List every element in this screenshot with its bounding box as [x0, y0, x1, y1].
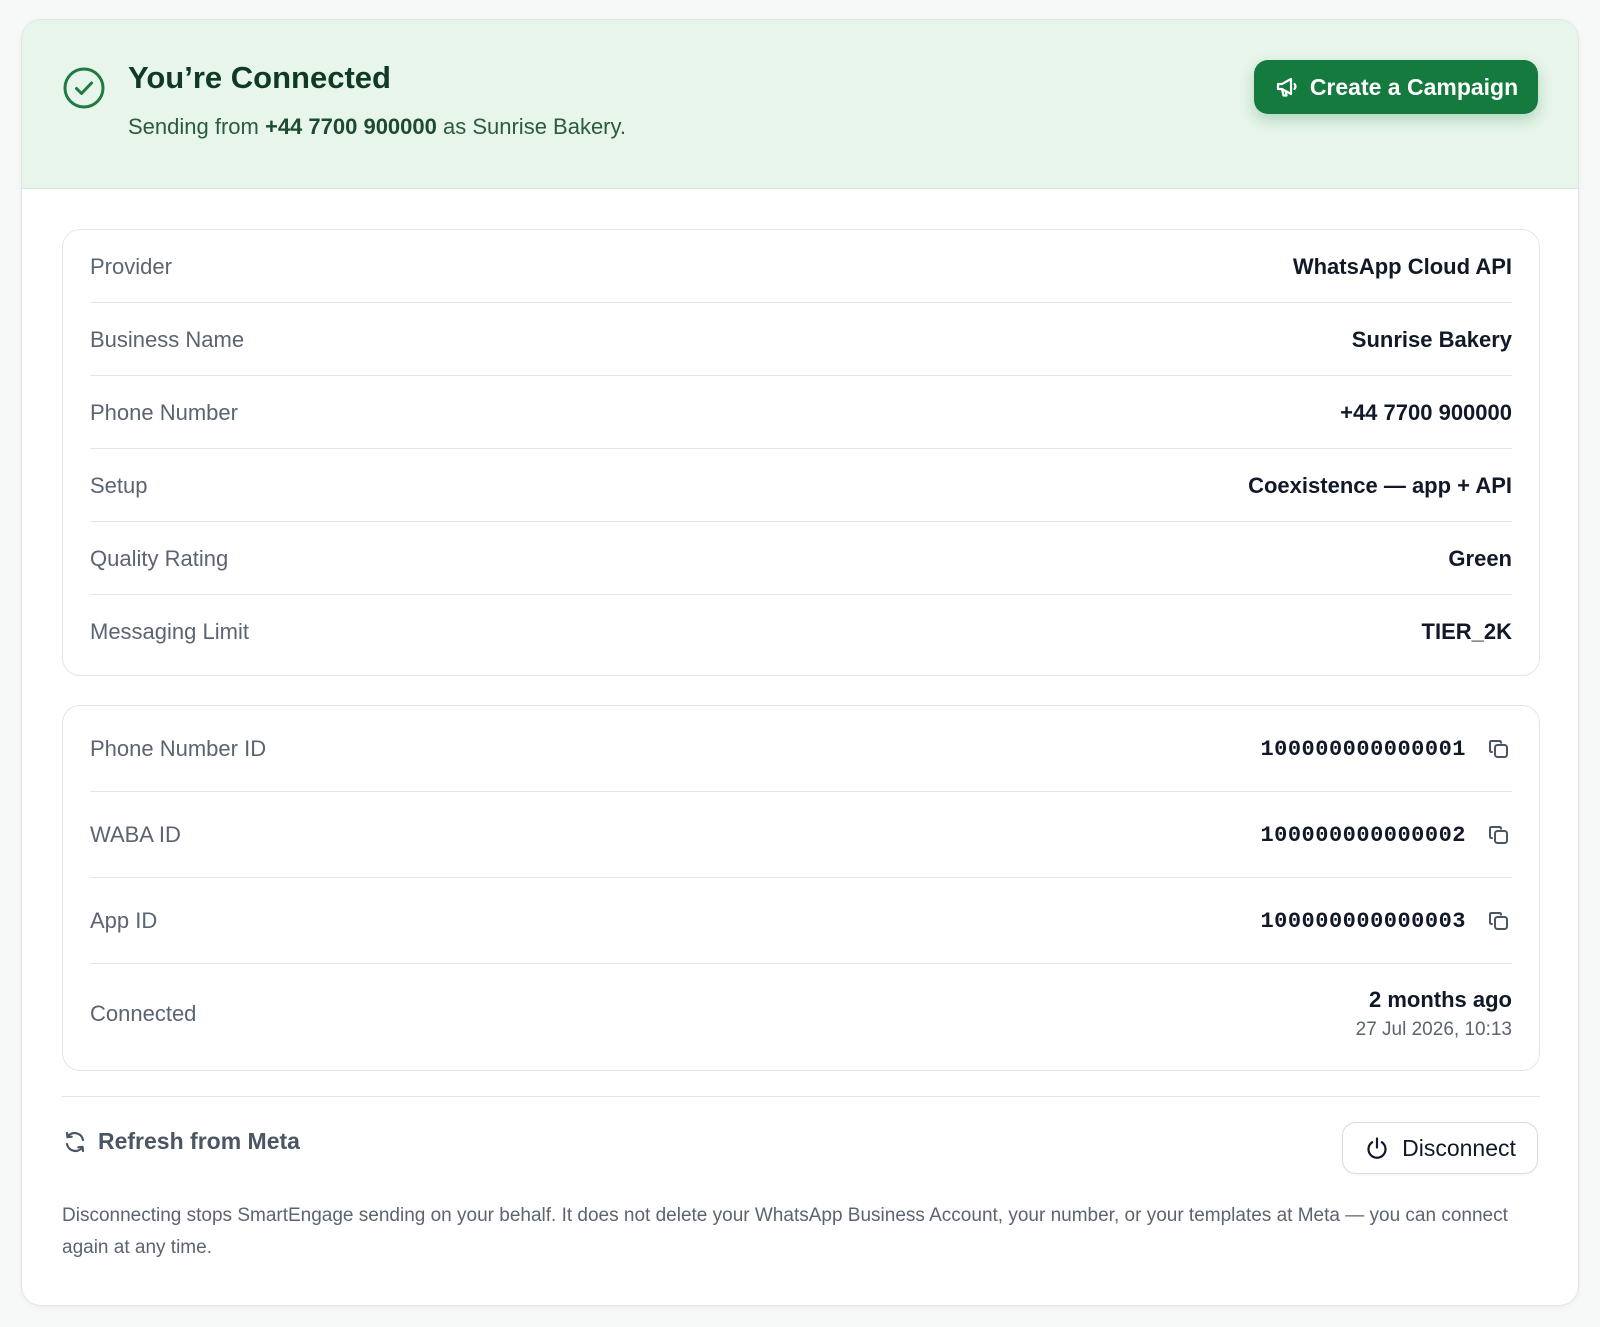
- detail-value: WhatsApp Cloud API: [1292, 253, 1512, 279]
- detail-row: Quality Rating Green: [90, 522, 1512, 595]
- detail-row: Business Name Sunrise Bakery: [90, 303, 1512, 376]
- detail-label: Phone Number: [90, 399, 238, 425]
- banner-subtitle: Sending from +44 7700 900000 as Sunrise …: [128, 114, 626, 140]
- detail-label: Quality Rating: [90, 545, 229, 571]
- detail-value: +44 7700 900000: [1340, 399, 1512, 425]
- copy-icon[interactable]: [1486, 908, 1512, 934]
- power-icon: [1367, 1137, 1387, 1159]
- refresh-from-meta-button[interactable]: Refresh from Meta: [62, 1128, 300, 1155]
- banner-title: You’re Connected: [128, 60, 391, 95]
- create-campaign-label: Create a Campaign: [1309, 73, 1519, 100]
- banner-sub-suffix: as Sunrise Bakery.: [436, 114, 626, 139]
- detail-value: Sunrise Bakery: [1351, 326, 1512, 352]
- copy-icon[interactable]: [1486, 736, 1512, 762]
- disconnect-button[interactable]: Disconnect: [1342, 1122, 1538, 1174]
- id-label: App ID: [90, 908, 158, 933]
- refresh-icon: [65, 1131, 85, 1152]
- connected-relative: 2 months ago: [1368, 987, 1512, 1012]
- connected-banner: You’re Connected Sending from +44 7700 9…: [22, 20, 1578, 189]
- connected-label: Connected: [90, 1001, 197, 1026]
- id-value: 100000000000003: [1260, 908, 1466, 934]
- refresh-label: Refresh from Meta: [98, 1128, 300, 1154]
- megaphone-icon: [1276, 77, 1297, 97]
- detail-label: Provider: [90, 253, 172, 279]
- detail-row: Messaging Limit TIER_2K: [90, 595, 1512, 668]
- detail-row: Phone Number +44 7700 900000: [90, 376, 1512, 449]
- id-value: 100000000000002: [1260, 822, 1466, 848]
- connected-row: Connected 2 months ago 27 Jul 2026, 10:1…: [90, 964, 1512, 1064]
- id-label: WABA ID: [90, 822, 181, 847]
- copy-icon[interactable]: [1486, 822, 1512, 848]
- detail-value: TIER_2K: [1421, 618, 1512, 644]
- connection-card: You’re Connected Sending from +44 7700 9…: [21, 19, 1579, 1306]
- id-row: Phone Number ID 100000000000001: [90, 706, 1512, 792]
- id-value: 100000000000001: [1260, 736, 1466, 762]
- detail-label: Business Name: [90, 326, 245, 352]
- details-panel: Provider WhatsApp Cloud API Business Nam…: [62, 229, 1540, 676]
- detail-label: Setup: [90, 472, 148, 498]
- connected-timestamp: 27 Jul 2026, 10:13: [1355, 1019, 1512, 1040]
- detail-value: Green: [1448, 545, 1512, 571]
- footer-divider: [62, 1096, 1540, 1097]
- id-label: Phone Number ID: [90, 736, 267, 761]
- id-row: WABA ID 100000000000002: [90, 792, 1512, 878]
- disconnect-label: Disconnect: [1402, 1134, 1516, 1161]
- disconnect-note: Disconnecting stops SmartEngage sending …: [62, 1205, 1508, 1258]
- ids-panel: Phone Number ID 100000000000001 WABA ID …: [62, 705, 1540, 1071]
- banner-sub-prefix: Sending from: [128, 114, 265, 139]
- detail-row: Setup Coexistence — app + API: [90, 449, 1512, 522]
- id-row: App ID 100000000000003: [90, 878, 1512, 964]
- detail-value: Coexistence — app + API: [1248, 472, 1512, 498]
- banner-sub-phone: +44 7700 900000: [264, 114, 437, 139]
- create-campaign-button[interactable]: Create a Campaign: [1254, 60, 1538, 114]
- detail-row: Provider WhatsApp Cloud API: [90, 230, 1512, 303]
- detail-label: Messaging Limit: [90, 618, 249, 644]
- check-circle-icon: [63, 67, 105, 109]
